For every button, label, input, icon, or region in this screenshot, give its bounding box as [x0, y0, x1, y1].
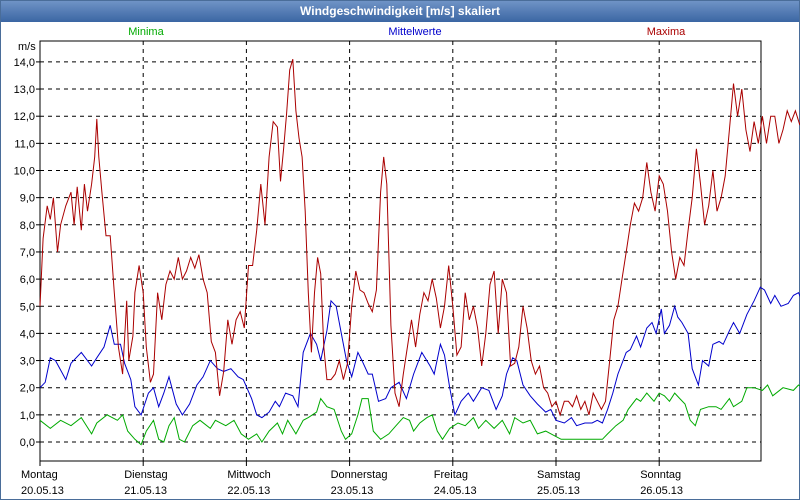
x-tick-label-day: Samstag	[537, 469, 580, 481]
x-tick-label-day: Donnerstag	[331, 469, 388, 481]
y-tick-label: 3,0	[20, 356, 35, 368]
x-tick-label-day: Mittwoch	[227, 469, 270, 481]
y-tick-label: 8,0	[20, 220, 35, 232]
x-axis: Montag 20.05.13 Dienstag 21.05.13 Mittwoch 22…	[21, 461, 683, 497]
y-tick-label: 7,0	[20, 247, 35, 259]
y-tick-label: 1,0	[20, 410, 35, 422]
x-tick-label-date: 26.05.13	[640, 485, 683, 497]
x-tick-label-date: 21.05.13	[124, 485, 167, 497]
y-tick-label: 12,0	[14, 111, 35, 123]
y-tick-label: 6,0	[20, 274, 35, 286]
y-tick-label: 4,0	[20, 328, 35, 340]
x-tick-label-day: Freitag	[434, 469, 468, 481]
legend-item-minima: Minima	[128, 26, 164, 38]
x-tick-label-date: 23.05.13	[331, 485, 374, 497]
y-tick-label: 13,0	[14, 84, 35, 96]
legend-item-mittelwerte: Mittelwerte	[388, 26, 441, 38]
x-tick-label-day: Dienstag	[124, 469, 167, 481]
y-tick-label: 5,0	[20, 301, 35, 313]
legend-item-maxima: Maxima	[647, 26, 686, 38]
y-axis-label: m/s	[18, 41, 36, 53]
y-tick-label: 10,0	[14, 166, 35, 178]
x-tick-label-date: 20.05.13	[21, 485, 64, 497]
y-tick-label: 14,0	[14, 57, 35, 69]
y-tick-label: 9,0	[20, 193, 35, 205]
y-tick-label: 11,0	[14, 138, 35, 150]
y-tick-label: 0,0	[20, 437, 35, 449]
y-tick-label: 2,0	[20, 383, 35, 395]
x-tick-label-date: 24.05.13	[434, 485, 477, 497]
x-tick-label-day: Montag	[21, 469, 58, 481]
legend: Minima Mittelwerte Maxima	[128, 26, 686, 38]
y-axis: 0,0 1,0 2,0 3,0 4,0 5,0 6,0 7,0 8,0 9,0 10,0 11,0 12…	[14, 57, 40, 449]
x-tick-label-day: Sonntag	[640, 469, 681, 481]
wind-speed-chart: 0,0 1,0 2,0 3,0 4,0 5,0 6,0 7,0 8,0 9,0 10,0 11,0 12…	[14, 26, 800, 497]
x-tick-label-date: 25.05.13	[537, 485, 580, 497]
x-tick-label-date: 22.05.13	[227, 485, 270, 497]
